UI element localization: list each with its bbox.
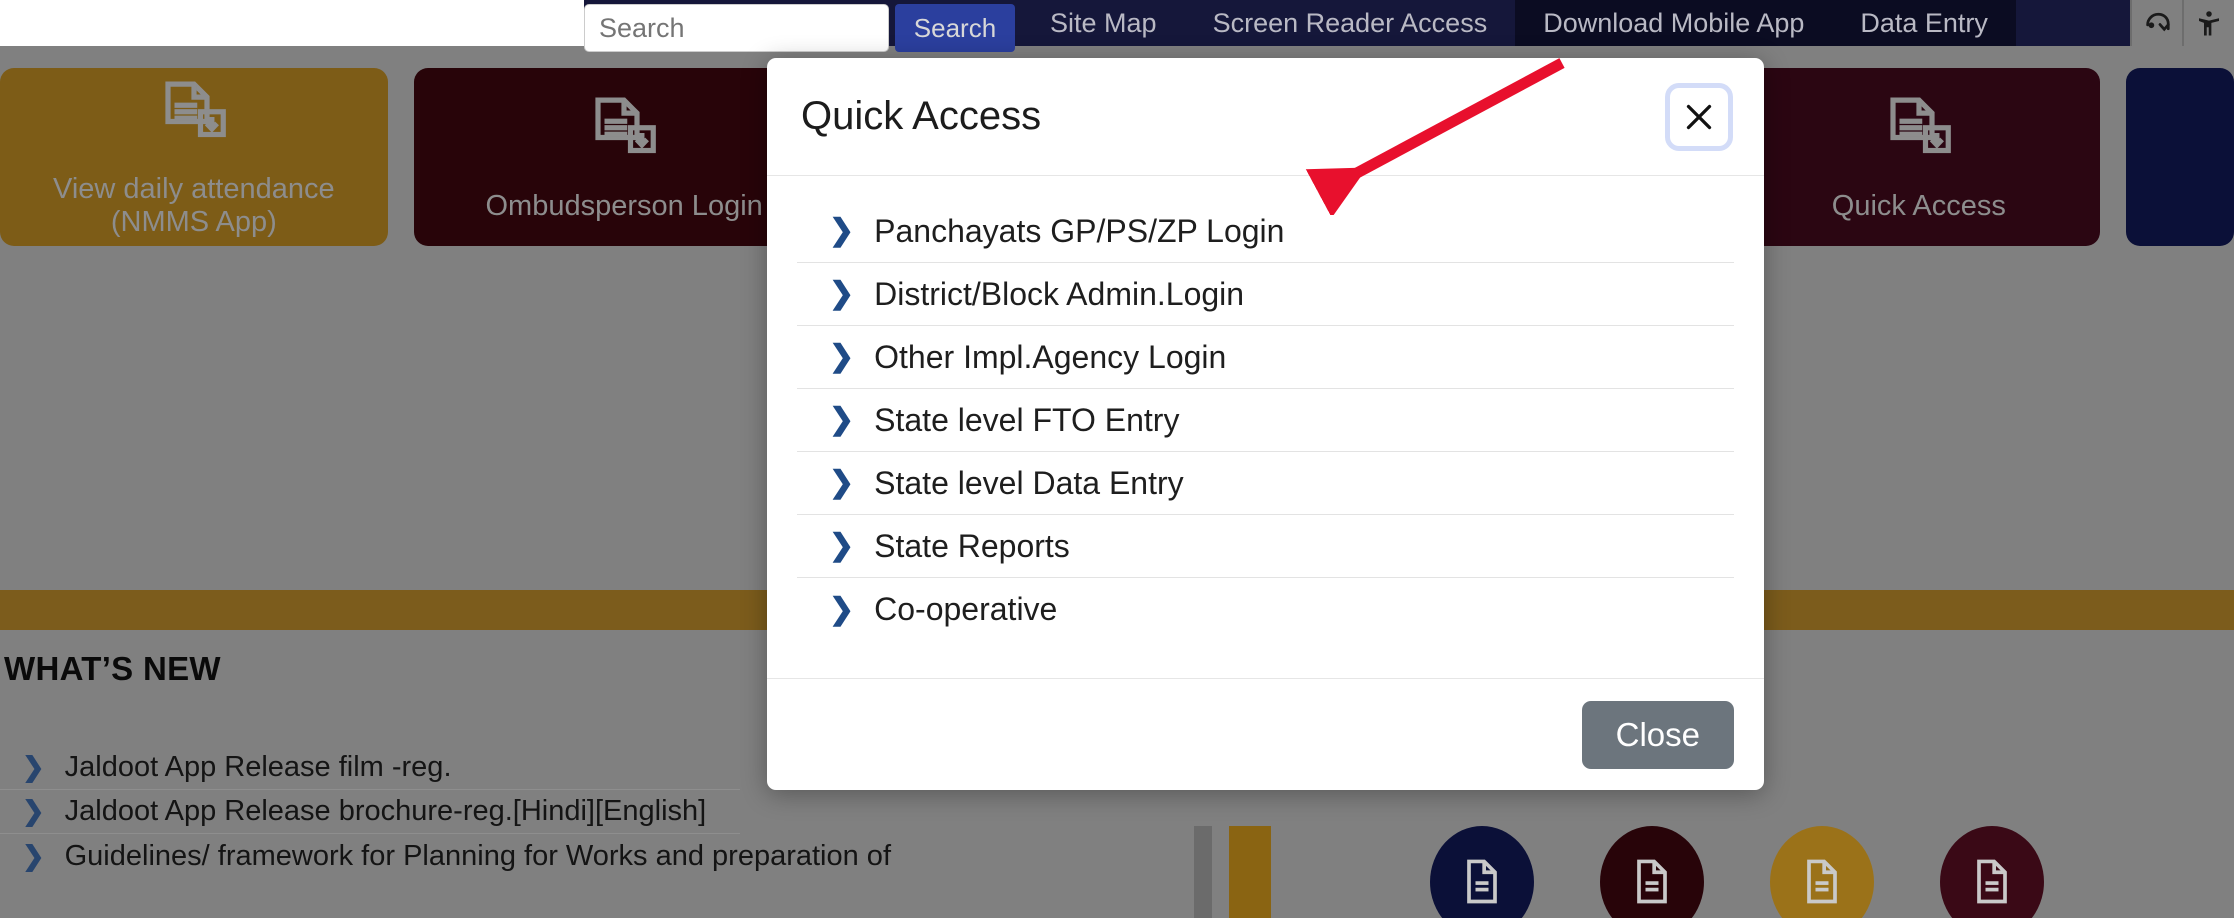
screenshot-root: View daily attendance (NMMS App) Ombudsp…: [0, 0, 2234, 918]
quick-access-modal: Quick Access ❯ Panchayats GP/PS/ZP Login…: [767, 58, 1764, 790]
list-item[interactable]: ❯ Jaldoot App Release film -reg.: [0, 746, 740, 790]
quick-access-item-district-block-admin-login[interactable]: ❯ District/Block Admin.Login: [797, 263, 1734, 326]
accessibility-person-icon[interactable]: [2182, 0, 2234, 46]
quick-access-item-state-level-data-entry[interactable]: ❯ State level Data Entry: [797, 452, 1734, 515]
quick-access-item-panchayats-login[interactable]: ❯ Panchayats GP/PS/ZP Login: [797, 200, 1734, 263]
quick-access-item-co-operative[interactable]: ❯ Co-operative: [797, 578, 1734, 641]
chevron-right-icon: ❯: [829, 466, 855, 499]
circle-badge-row: [1430, 826, 2044, 918]
list-item[interactable]: ❯ Jaldoot App Release brochure-reg.[Hind…: [0, 790, 740, 834]
circle-badge-dark[interactable]: [1600, 826, 1704, 918]
nav-link-site-map[interactable]: Site Map: [1022, 0, 1185, 46]
modal-header: Quick Access: [767, 58, 1764, 176]
card-next-partial[interactable]: [2125, 68, 2234, 246]
rotate-refresh-icon[interactable]: [2130, 0, 2182, 46]
list-item-label: Jaldoot App Release film -reg.: [64, 751, 452, 783]
card-label: Quick Access: [1831, 189, 2006, 222]
close-x-icon: [1686, 104, 1712, 129]
chevron-right-icon: ❯: [829, 277, 855, 310]
quick-access-item-other-impl-agency-login[interactable]: ❯ Other Impl.Agency Login: [797, 326, 1734, 389]
card-label: View daily attendance (NMMS App): [53, 173, 335, 238]
document-download-icon: [585, 92, 663, 177]
document-download-icon: [1880, 92, 1958, 177]
card-label: Ombudsperson Login: [485, 189, 763, 222]
chevron-right-icon: ❯: [829, 214, 855, 247]
quick-access-item-state-reports[interactable]: ❯ State Reports: [797, 515, 1734, 578]
circle-badge-navy[interactable]: [1430, 826, 1534, 918]
circle-badge-maroon[interactable]: [1940, 826, 2044, 918]
search-input[interactable]: [584, 4, 889, 52]
quick-access-item-label: Other Impl.Agency Login: [874, 338, 1227, 375]
quick-access-list: ❯ Panchayats GP/PS/ZP Login ❯ District/B…: [797, 200, 1734, 641]
chevron-right-icon: ❯: [22, 840, 45, 871]
close-button[interactable]: Close: [1581, 700, 1734, 769]
modal-footer: Close: [767, 678, 1764, 790]
quick-access-item-state-level-fto-entry[interactable]: ❯ State level FTO Entry: [797, 389, 1734, 452]
card-view-daily-attendance[interactable]: View daily attendance (NMMS App): [0, 68, 388, 246]
modal-body: ❯ Panchayats GP/PS/ZP Login ❯ District/B…: [767, 176, 1764, 678]
document-icon: [1807, 859, 1837, 904]
document-icon: [1637, 859, 1667, 904]
top-nav-icon-group: [2130, 0, 2234, 46]
nav-link-download-mobile-app[interactable]: Download Mobile App: [1515, 0, 1833, 46]
search-button[interactable]: Search: [895, 4, 1015, 52]
list-item[interactable]: ❯ Guidelines/ framework for Planning for…: [0, 834, 891, 878]
vertical-bar-grey: [1194, 826, 1212, 918]
circle-badge-gold[interactable]: [1770, 826, 1874, 918]
quick-access-item-label: Co-operative: [874, 591, 1058, 627]
close-x-icon-button[interactable]: [1665, 82, 1733, 151]
list-item-label: Jaldoot App Release brochure-reg.[Hindi]…: [64, 795, 707, 827]
chevron-right-icon: ❯: [829, 529, 855, 562]
chevron-right-icon: ❯: [829, 403, 855, 436]
top-nav-links: Site Map Screen Reader Access Download M…: [1022, 0, 2016, 46]
chevron-right-icon: ❯: [22, 752, 45, 782]
quick-access-item-label: State level Data Entry: [874, 464, 1184, 501]
list-item-label: Guidelines/ framework for Planning for W…: [64, 839, 891, 872]
quick-access-item-label: Panchayats GP/PS/ZP Login: [874, 212, 1285, 249]
chevron-right-icon: ❯: [829, 340, 855, 373]
quick-access-item-label: District/Block Admin.Login: [874, 275, 1245, 312]
topbar-left-spacer: [0, 0, 584, 46]
chevron-right-icon: ❯: [22, 796, 45, 826]
document-icon: [1467, 859, 1497, 904]
quick-access-item-label: State level FTO Entry: [874, 401, 1180, 438]
document-download-icon: [155, 76, 233, 161]
chevron-right-icon: ❯: [829, 592, 855, 626]
card-quick-access[interactable]: Quick Access: [1737, 68, 2100, 246]
vertical-bar-gold: [1229, 826, 1271, 918]
document-icon: [1977, 859, 2007, 904]
nav-link-screen-reader-access[interactable]: Screen Reader Access: [1185, 0, 1516, 46]
nav-link-data-entry[interactable]: Data Entry: [1832, 0, 2016, 46]
modal-title: Quick Access: [801, 94, 1042, 138]
quick-access-item-label: State Reports: [874, 527, 1070, 564]
